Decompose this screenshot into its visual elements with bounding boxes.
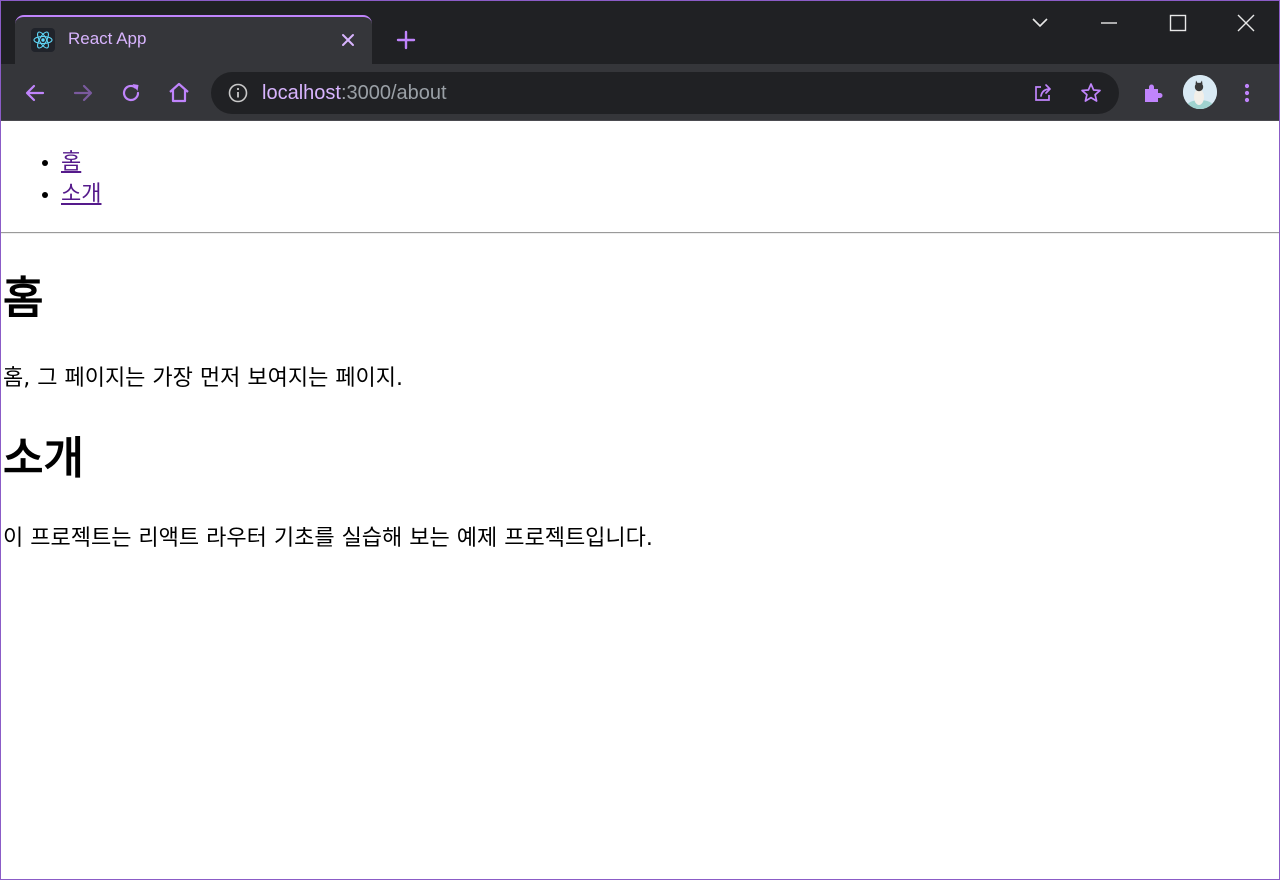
extensions-icon[interactable] bbox=[1140, 80, 1166, 106]
about-text: 이 프로젝트는 리액트 라우터 기초를 실습해 보는 예제 프로젝트입니다. bbox=[3, 526, 653, 551]
home-heading: 홈 bbox=[3, 273, 44, 324]
page-content: 홈 소개 홈 홈, 그 페이지는 가장 먼저 보여지는 페이지. 소개 이 프로… bbox=[1, 121, 1279, 879]
react-logo-icon bbox=[31, 28, 55, 52]
share-icon[interactable] bbox=[1031, 81, 1055, 105]
home-text: 홈, 그 페이지는 가장 먼저 보여지는 페이지. bbox=[3, 366, 404, 391]
nav-item-about: 소개 bbox=[61, 179, 101, 211]
tab-close-icon[interactable] bbox=[337, 29, 359, 51]
close-icon[interactable] bbox=[1234, 11, 1258, 35]
tab-react-app[interactable]: React App bbox=[15, 15, 372, 65]
url-text: localhost:3000/about bbox=[262, 82, 447, 105]
new-tab-plus-icon[interactable] bbox=[394, 28, 418, 52]
info-icon[interactable] bbox=[227, 82, 249, 104]
minimize-icon[interactable] bbox=[1097, 11, 1121, 35]
tab-title: React App bbox=[68, 29, 147, 48]
menu-icon[interactable] bbox=[1234, 80, 1260, 106]
avatar[interactable] bbox=[1183, 75, 1217, 109]
nav-link-about[interactable]: 소개 bbox=[61, 182, 101, 207]
browser-window: React App localhost:3000/about • 홈 • 소개 … bbox=[0, 0, 1280, 880]
maximize-icon[interactable] bbox=[1166, 11, 1190, 35]
horizontal-rule bbox=[1, 232, 1279, 234]
tab-search-icon[interactable] bbox=[1028, 11, 1052, 35]
tab-strip: React App bbox=[1, 1, 1279, 65]
home-icon[interactable] bbox=[166, 80, 192, 106]
back-icon[interactable] bbox=[22, 80, 48, 106]
browser-toolbar: localhost:3000/about bbox=[1, 64, 1279, 121]
url-path: :3000/about bbox=[340, 82, 447, 104]
nav-list: 홈 소개 bbox=[1, 147, 101, 211]
address-bar[interactable]: localhost:3000/about bbox=[211, 72, 1119, 114]
about-heading: 소개 bbox=[3, 433, 84, 484]
reload-icon[interactable] bbox=[118, 80, 144, 106]
forward-icon[interactable] bbox=[70, 80, 96, 106]
nav-item-home: 홈 bbox=[61, 147, 101, 179]
nav-link-home[interactable]: 홈 bbox=[61, 150, 81, 175]
url-host: localhost bbox=[262, 82, 341, 104]
star-icon[interactable] bbox=[1079, 81, 1103, 105]
